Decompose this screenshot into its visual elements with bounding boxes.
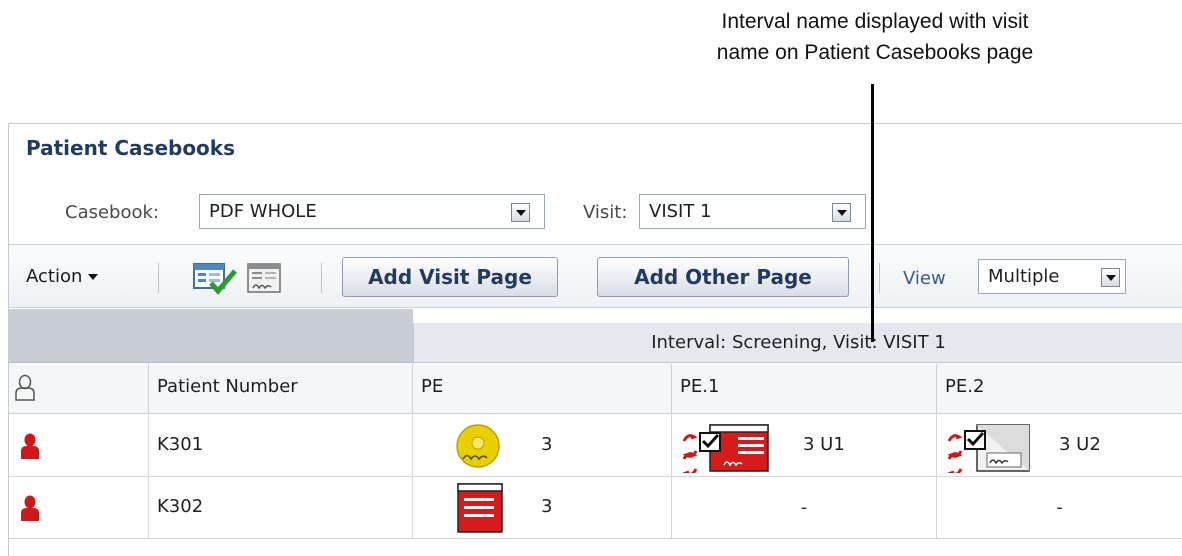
casebook-select-value: PDF WHOLE — [209, 201, 317, 222]
crf-cell-pe-2[interactable]: - — [937, 477, 1182, 539]
view-select[interactable]: Multiple — [978, 259, 1126, 294]
toolbar-divider — [321, 263, 322, 293]
patient-active-icon — [21, 495, 39, 521]
patient-status-cell[interactable] — [9, 415, 149, 477]
toolbar: Action Add Visit Page Add Other Page Vie… — [9, 244, 1182, 308]
chevron-down-icon[interactable] — [832, 203, 851, 222]
verify-pages-icon[interactable] — [193, 261, 237, 295]
sign-pages-icon[interactable] — [247, 263, 281, 293]
page-title: Patient Casebooks — [26, 136, 236, 160]
visit-select-value: VISIT 1 — [649, 201, 712, 222]
callout-line-1: Interval name displayed with visit — [721, 10, 1029, 33]
column-header-label: Patient Number — [157, 376, 298, 397]
action-menu[interactable]: Action — [26, 266, 99, 287]
empty-cell-value: - — [1056, 497, 1063, 518]
column-header-patient-number[interactable]: Patient Number — [149, 364, 413, 414]
action-menu-label: Action — [26, 266, 83, 287]
column-header-pe-2[interactable]: PE.2 — [937, 364, 1182, 414]
interval-header: Interval: Screening, Visit: VISIT 1 — [413, 323, 1182, 363]
crf-count: 3 U2 — [1059, 434, 1101, 455]
column-header-pe-1[interactable]: PE.1 — [672, 364, 937, 414]
add-visit-page-button[interactable]: Add Visit Page — [342, 257, 558, 297]
patient-casebooks-panel: Patient Casebooks Casebook: PDF WHOLE Vi… — [8, 123, 1182, 556]
casebook-select[interactable]: PDF WHOLE — [199, 194, 545, 229]
person-outline-icon — [15, 374, 35, 401]
toolbar-divider — [158, 263, 159, 293]
patient-number-cell[interactable]: K301 — [149, 415, 413, 477]
caret-down-icon — [88, 274, 99, 280]
crf-cell-pe[interactable]: 3 — [413, 477, 672, 539]
interval-header-label: Interval: Screening, Visit: VISIT 1 — [651, 332, 946, 353]
patient-number-cell[interactable]: K302 — [149, 477, 413, 539]
updated-verified-crf-icon[interactable] — [947, 419, 1037, 473]
crf-cell-pe[interactable]: 3 — [413, 415, 672, 477]
column-header-patient-status[interactable] — [9, 364, 149, 414]
callout-pointer-line — [871, 84, 874, 342]
column-header-label: PE.1 — [680, 376, 720, 397]
patient-active-icon — [21, 433, 39, 459]
source-verified-crf-icon[interactable] — [455, 423, 501, 469]
visit-label: Visit: — [583, 202, 628, 223]
crf-cell-pe-1[interactable]: 3 U1 — [672, 415, 937, 477]
toolbar-divider — [879, 263, 880, 293]
empty-cell-value: - — [800, 497, 808, 518]
column-header-label: PE.2 — [945, 376, 985, 397]
column-header-pe[interactable]: PE — [413, 364, 672, 414]
visit-select[interactable]: VISIT 1 — [639, 194, 866, 229]
patient-number: K301 — [157, 434, 204, 455]
callout-line-2: name on Patient Casebooks page — [716, 41, 1034, 64]
crf-count: 3 — [541, 434, 553, 455]
grid-group-header-left — [9, 309, 413, 363]
crf-cell-pe-1[interactable]: - — [672, 477, 937, 539]
crf-count: 3 — [541, 496, 553, 517]
view-label: View — [903, 268, 946, 289]
crf-cell-pe-2[interactable]: 3 U2 — [937, 415, 1182, 477]
column-header-label: PE — [421, 376, 444, 397]
casebook-label: Casebook: — [65, 202, 159, 223]
crf-count: 3 U1 — [803, 434, 845, 455]
chevron-down-icon[interactable] — [1101, 268, 1120, 287]
chevron-down-icon[interactable] — [511, 203, 530, 222]
view-select-value: Multiple — [988, 266, 1060, 287]
patient-status-cell[interactable] — [9, 477, 149, 539]
callout-annotation: Interval name displayed with visit name … — [640, 6, 1110, 68]
patient-number: K302 — [157, 496, 204, 517]
entered-crf-icon[interactable] — [456, 482, 504, 534]
add-other-page-button[interactable]: Add Other Page — [597, 257, 849, 297]
updated-signed-crf-icon[interactable] — [682, 419, 774, 473]
